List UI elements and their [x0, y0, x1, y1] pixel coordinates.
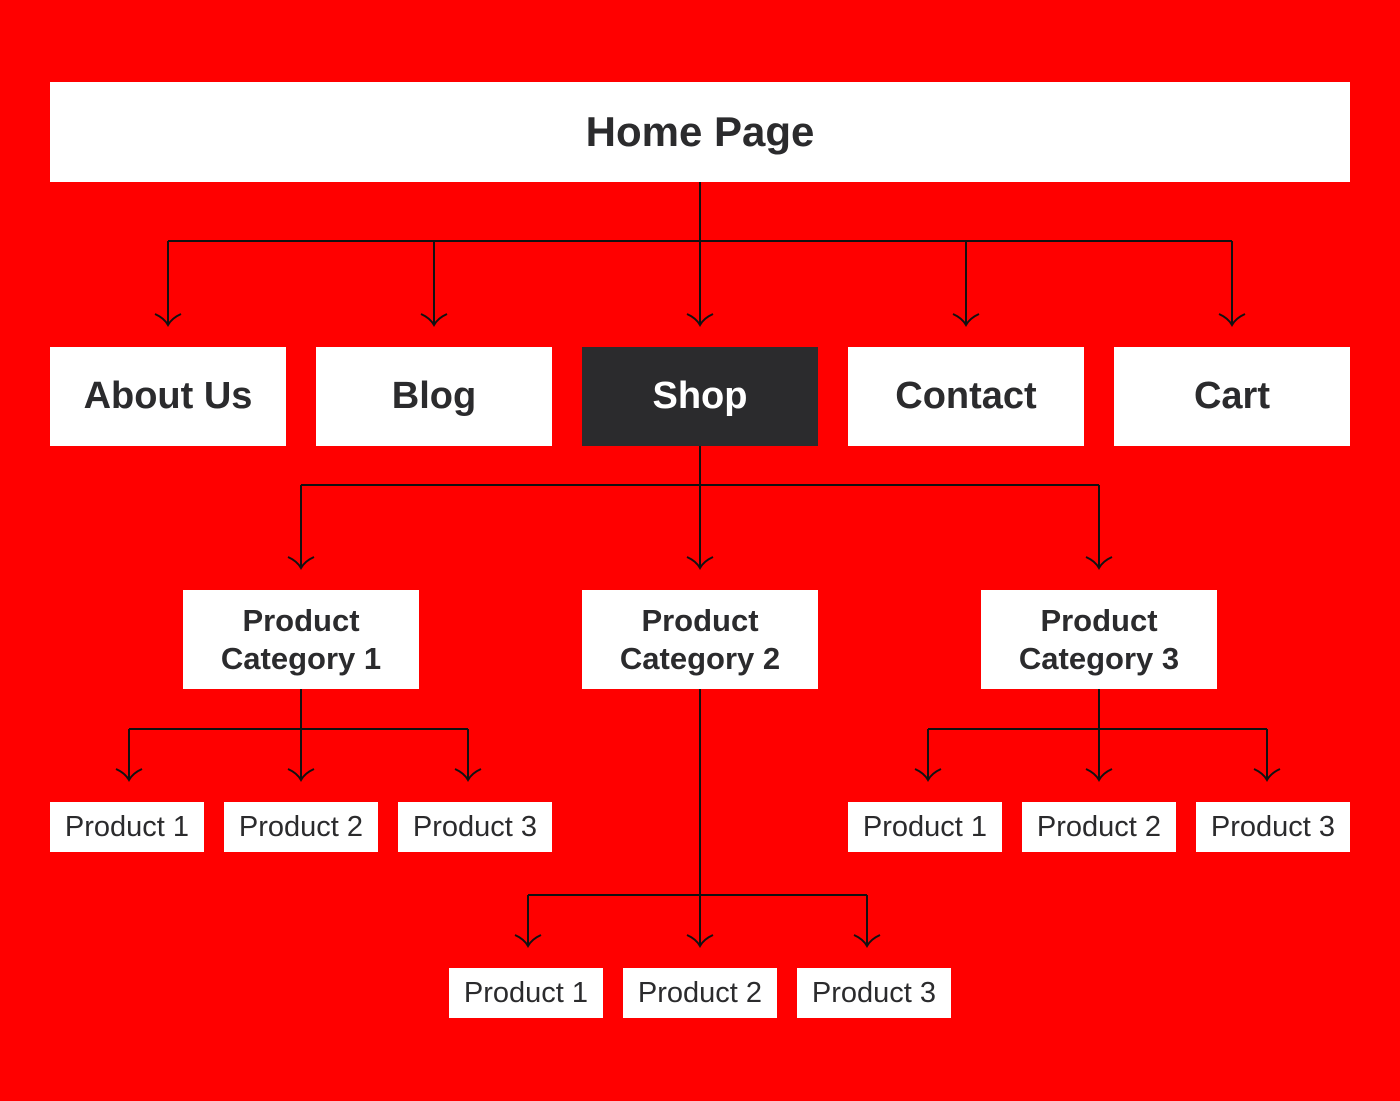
node-cart[interactable]: Cart — [1114, 347, 1350, 446]
node-label: Product 2 — [238, 810, 364, 843]
node-label-line2: Category 3 — [1018, 640, 1180, 676]
node-label-line2: Category 1 — [220, 640, 382, 676]
node-label: Home Page — [585, 108, 815, 155]
node-cat2-product-3[interactable]: Product 3 — [797, 968, 951, 1018]
node-label: Product 1 — [64, 810, 190, 843]
node-cat1-product-1[interactable]: Product 1 — [50, 802, 204, 852]
node-cat2-product-2[interactable]: Product 2 — [623, 968, 777, 1018]
node-cat3-product-2[interactable]: Product 2 — [1022, 802, 1176, 852]
node-product-category-2[interactable]: Product Category 2 — [582, 590, 818, 689]
node-cat1-product-3[interactable]: Product 3 — [398, 802, 552, 852]
node-label-line1: Product — [242, 602, 360, 638]
node-home-page[interactable]: Home Page — [50, 82, 1350, 182]
node-label: Product 2 — [1036, 810, 1162, 843]
node-label-line2: Category 2 — [619, 640, 781, 676]
node-label: Product 3 — [412, 810, 538, 843]
node-contact[interactable]: Contact — [848, 347, 1084, 446]
node-label: Blog — [391, 375, 477, 417]
node-label: About Us — [83, 375, 253, 417]
node-label: Product 2 — [637, 976, 763, 1009]
node-label: Product 3 — [1210, 810, 1336, 843]
node-blog[interactable]: Blog — [316, 347, 552, 446]
node-label-line1: Product — [1040, 602, 1158, 638]
node-label: Cart — [1193, 375, 1271, 417]
node-about-us[interactable]: About Us — [50, 347, 286, 446]
node-cat1-product-2[interactable]: Product 2 — [224, 802, 378, 852]
node-shop[interactable]: Shop — [582, 347, 818, 446]
node-cat2-product-1[interactable]: Product 1 — [449, 968, 603, 1018]
node-product-category-1[interactable]: Product Category 1 — [183, 590, 419, 689]
node-label-line1: Product — [641, 602, 759, 638]
node-product-category-3[interactable]: Product Category 3 — [981, 590, 1217, 689]
node-label: Contact — [895, 375, 1037, 417]
node-label: Shop — [652, 375, 748, 417]
node-label: Product 3 — [811, 976, 937, 1009]
node-cat3-product-1[interactable]: Product 1 — [848, 802, 1002, 852]
node-cat3-product-3[interactable]: Product 3 — [1196, 802, 1350, 852]
node-label: Product 1 — [463, 976, 589, 1009]
node-label: Product 1 — [862, 810, 988, 843]
